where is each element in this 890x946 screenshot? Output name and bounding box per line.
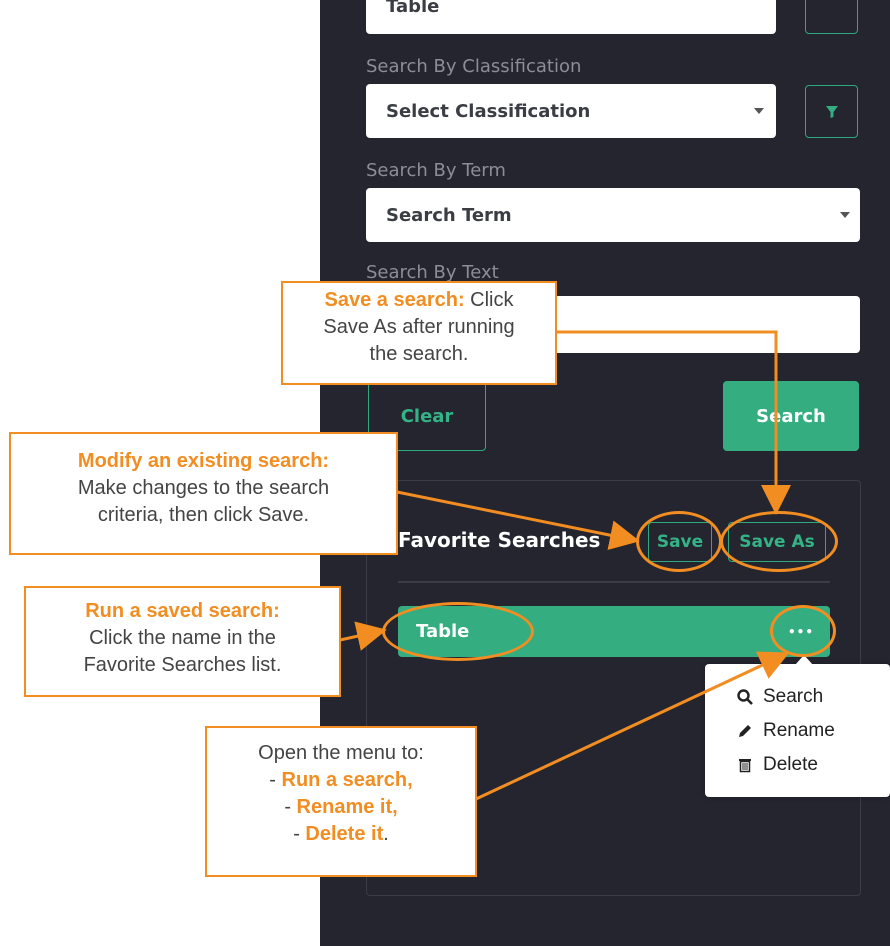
- highlight-favorite-item: [382, 602, 534, 661]
- highlight-save-as: [720, 511, 838, 572]
- highlight-more-options: [770, 605, 836, 657]
- callout-modify-text1: Make changes to the search: [77, 477, 330, 499]
- menu-item-delete-label: Delete: [763, 754, 818, 775]
- callout-menu-rename: Rename it: [296, 796, 393, 818]
- term-select[interactable]: Search Term: [366, 188, 860, 242]
- pencil-icon: [739, 725, 751, 737]
- classification-select[interactable]: Select Classification: [366, 84, 776, 138]
- callout-run-text2: Favorite Searches list.: [83, 654, 282, 676]
- chevron-down-icon: [754, 108, 764, 114]
- classification-label: Search By Classification: [366, 56, 582, 77]
- clear-label: Clear: [400, 405, 454, 427]
- callout-menu-intro: Open the menu to:: [258, 742, 424, 764]
- filter-icon: [825, 105, 838, 118]
- search-button[interactable]: Search: [723, 381, 859, 451]
- highlight-save: [636, 511, 722, 572]
- callout-save-text2: Save As after running: [323, 316, 515, 338]
- type-select-value: Table: [386, 0, 440, 17]
- classification-filter-button[interactable]: [805, 85, 858, 138]
- callout-run-text1: Click the name in the: [89, 627, 276, 649]
- callout-run-saved: Run a saved search: Click the name in th…: [24, 586, 341, 697]
- term-placeholder: Search Term: [386, 204, 512, 226]
- chevron-down-icon: [840, 212, 850, 218]
- callout-modify-text2: criteria, then click Save.: [97, 504, 310, 526]
- callout-menu: Open the menu to: - Run a search, - Rena…: [205, 726, 477, 877]
- callout-menu-dash: -: [284, 796, 297, 818]
- callout-save-text3: the search.: [369, 343, 469, 365]
- favorites-title: Favorite Searches: [398, 528, 601, 552]
- callout-menu-comma: ,: [392, 796, 398, 818]
- callout-menu-period: .: [383, 823, 389, 845]
- callout-modify-bold: Modify an existing search:: [77, 450, 330, 472]
- menu-item-rename[interactable]: Rename: [737, 720, 835, 742]
- callout-menu-run: Run a search: [281, 769, 408, 791]
- menu-item-search[interactable]: Search: [737, 686, 823, 708]
- text-label: Search By Text: [366, 262, 499, 283]
- callout-menu-delete: Delete it: [305, 823, 384, 845]
- callout-menu-dash: -: [293, 823, 306, 845]
- callout-save-bold: Save a search:: [324, 289, 465, 311]
- callout-save-search: Save a search: Click Save As after runni…: [281, 281, 557, 385]
- favorites-divider: [398, 581, 830, 583]
- trash-icon: [739, 759, 751, 773]
- callout-menu-dash: -: [269, 769, 282, 791]
- search-label: Search: [756, 405, 826, 427]
- context-menu: Search Rename Delete: [705, 655, 890, 797]
- callout-save-text1: Click: [464, 289, 514, 311]
- menu-item-search-label: Search: [763, 686, 824, 707]
- search-icon: [737, 689, 753, 705]
- menu-item-delete[interactable]: Delete: [737, 754, 818, 776]
- type-select[interactable]: Table: [366, 0, 776, 34]
- term-label: Search By Term: [366, 160, 506, 181]
- callout-run-bold: Run a saved search:: [85, 600, 280, 622]
- menu-item-rename-label: Rename: [763, 720, 835, 741]
- type-filter-button[interactable]: [805, 0, 858, 34]
- callout-modify: Modify an existing search: Make changes …: [9, 432, 398, 555]
- callout-menu-comma: ,: [407, 769, 413, 791]
- classification-placeholder: Select Classification: [386, 100, 591, 122]
